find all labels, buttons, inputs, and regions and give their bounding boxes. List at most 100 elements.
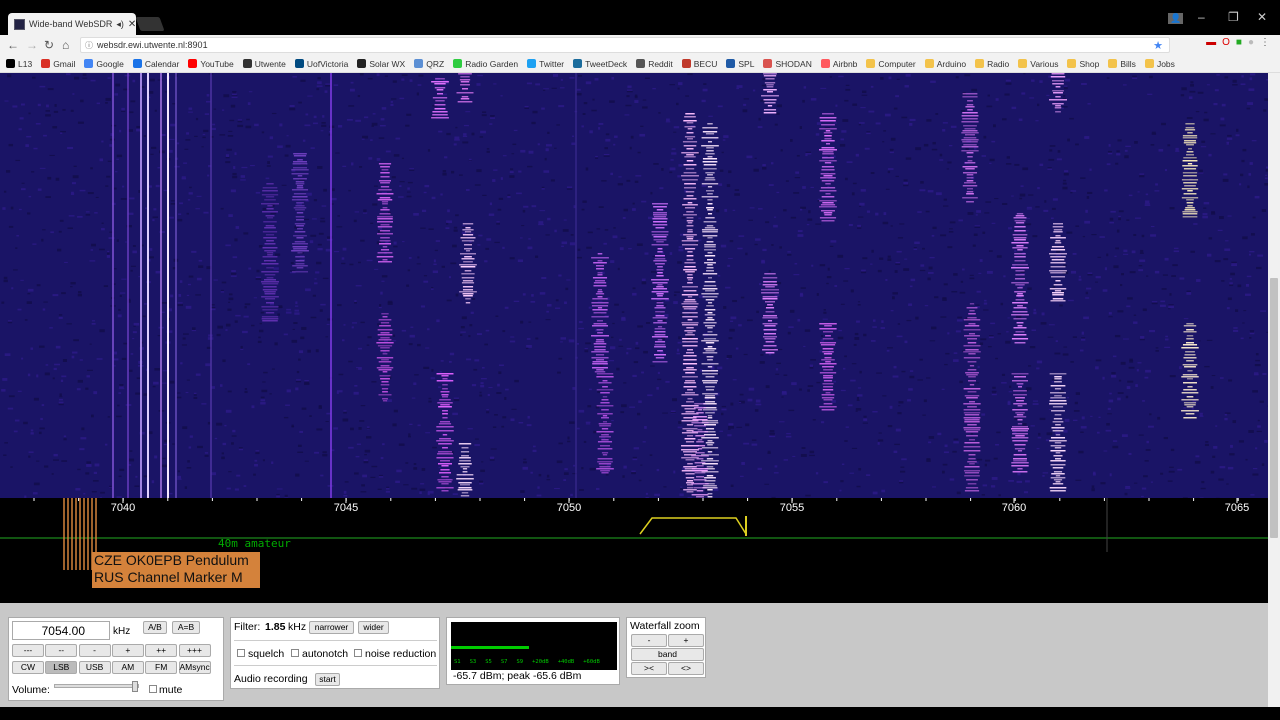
becu-icon: [681, 59, 691, 68]
bookmark-item[interactable]: Shop: [1067, 59, 1099, 69]
close-tab-icon[interactable]: ✕: [128, 19, 136, 30]
new-tab-button[interactable]: [135, 17, 165, 31]
restore-icon[interactable]: ❐: [1228, 10, 1239, 24]
url-field[interactable]: ⓘ websdr.ewi.utwente.nl:8901 ★: [80, 37, 1170, 53]
bookmark-star-icon[interactable]: ★: [1153, 39, 1163, 52]
tune-step-button[interactable]: ++: [145, 644, 178, 657]
frequency-tick-label: 7045: [333, 502, 359, 514]
zoom-out-button[interactable]: -: [631, 634, 667, 647]
extension-green-icon[interactable]: ■: [1236, 37, 1242, 48]
frequency-scale[interactable]: 7040 7045 7050 7055 7060 7065 40m amateur CZE…: [0, 498, 1268, 603]
station-labels[interactable]: CZE OK0EPB Pendulum RUS Channel Marker M: [92, 552, 260, 588]
bookmark-item[interactable]: Gmail: [41, 59, 75, 69]
bookmark-item[interactable]: SPL: [726, 59, 754, 69]
bookmark-item[interactable]: Airbnb: [820, 59, 857, 69]
bookmark-item[interactable]: Jobs: [1144, 59, 1175, 69]
websdr-favicon-icon: [14, 18, 25, 30]
bookmark-item[interactable]: Radio: [975, 59, 1009, 69]
narrower-button[interactable]: narrower: [309, 621, 354, 634]
bookmark-label: Calendar: [144, 58, 180, 69]
back-icon[interactable]: ←: [7, 38, 19, 52]
mode-button-fm[interactable]: FM: [145, 661, 178, 674]
zoom-shrink-button[interactable]: ><: [631, 662, 667, 675]
bookmark-label: Various: [1030, 58, 1059, 69]
frequency-tick-label: 7060: [1001, 502, 1027, 514]
bookmark-item[interactable]: Computer: [866, 59, 916, 69]
tuning-panel: 7054.00 kHz A/B A=B --- -- - + ++ +++ CW LSB US…: [8, 617, 224, 701]
frequency-unit: kHz: [113, 626, 131, 637]
browser-tab[interactable]: Wide-band WebSDR ◂) ✕: [8, 13, 136, 35]
home-icon[interactable]: ⌂: [62, 38, 69, 52]
filter-value: 1.85: [265, 621, 286, 633]
bookmark-item[interactable]: Twitter: [527, 59, 564, 69]
noise-reduction-checkbox[interactable]: [354, 649, 362, 657]
divider: [234, 665, 437, 666]
folder-icon: [1018, 59, 1028, 68]
l13-icon: [6, 59, 15, 68]
frequency-input[interactable]: 7054.00: [12, 621, 110, 640]
bookmark-item[interactable]: TweetDeck: [573, 59, 627, 69]
reload-icon[interactable]: ↻: [44, 38, 54, 52]
zoom-expand-button[interactable]: <>: [668, 662, 704, 675]
frequency-tick-label: 7040: [110, 502, 136, 514]
ab-button[interactable]: A/B: [143, 621, 167, 634]
a-equals-b-button[interactable]: A=B: [172, 621, 200, 634]
qrz-icon: [414, 59, 424, 68]
wider-button[interactable]: wider: [358, 621, 389, 634]
bookmark-item[interactable]: Reddit: [636, 59, 673, 69]
tune-step-button[interactable]: --: [45, 644, 78, 657]
shodan-icon: [763, 59, 773, 68]
bookmark-item[interactable]: Calendar: [132, 58, 180, 69]
menu-icon[interactable]: ⋮: [1260, 37, 1270, 48]
zoom-in-button[interactable]: +: [668, 634, 704, 647]
tune-step-button[interactable]: ---: [12, 644, 44, 657]
bookmark-item[interactable]: QRZ: [414, 59, 444, 69]
mode-button-usb[interactable]: USB: [78, 661, 111, 674]
mode-button-cw[interactable]: CW: [12, 661, 44, 674]
bookmark-item[interactable]: Arduino: [924, 59, 966, 69]
bookmark-label: UofVictoria: [306, 58, 349, 69]
volume-slider-thumb[interactable]: [132, 681, 138, 692]
bookmark-item[interactable]: Radio Garden: [453, 59, 518, 69]
autonotch-checkbox[interactable]: [291, 649, 299, 657]
start-recording-button[interactable]: start: [315, 673, 340, 686]
mode-button-lsb[interactable]: LSB: [45, 661, 78, 674]
bookmark-item[interactable]: Solar WX: [357, 59, 405, 69]
bookmark-label: L13: [18, 58, 33, 69]
opera-icon[interactable]: O: [1222, 37, 1230, 48]
spl-icon: [726, 59, 736, 68]
bookmark-item[interactable]: YouTube: [188, 59, 234, 69]
smeter-scale-label: S1: [454, 659, 461, 665]
info-icon[interactable]: ⓘ: [85, 40, 93, 51]
waterfall-spectrogram[interactable]: [0, 73, 1268, 498]
bookmark-item[interactable]: Various: [1018, 59, 1058, 69]
bookmark-item[interactable]: Bills: [1108, 59, 1136, 69]
bookmark-item[interactable]: SHODAN: [763, 59, 812, 69]
mute-checkbox[interactable]: [149, 685, 157, 693]
bookmark-item[interactable]: Google: [84, 59, 124, 69]
tune-step-button[interactable]: +: [111, 644, 144, 657]
bookmark-item[interactable]: L13: [6, 59, 32, 69]
minimize-icon[interactable]: –: [1198, 10, 1205, 24]
extension-grey-icon[interactable]: ●: [1248, 37, 1254, 48]
bookmark-item[interactable]: Utwente: [242, 59, 286, 69]
page-scrollbar[interactable]: [1268, 73, 1280, 707]
waterfall-display[interactable]: [0, 73, 1268, 498]
zoom-band-button[interactable]: band: [631, 648, 704, 661]
tune-step-button[interactable]: -: [78, 644, 111, 657]
filter-panel: Filter: 1.85 kHz narrower wider squelch …: [230, 617, 440, 689]
bookmark-item[interactable]: UofVictoria: [294, 58, 349, 69]
squelch-checkbox[interactable]: [237, 649, 245, 657]
volume-slider[interactable]: [54, 681, 139, 692]
scrollbar-thumb[interactable]: [1270, 278, 1278, 538]
mode-button-amsync[interactable]: AMsync: [178, 661, 211, 674]
radiogarden-icon: [453, 59, 463, 68]
tune-step-button[interactable]: +++: [178, 644, 211, 657]
bookmark-item[interactable]: BECU: [681, 59, 717, 69]
profile-icon[interactable]: 👤: [1168, 13, 1184, 24]
mode-button-am[interactable]: AM: [111, 661, 144, 674]
extension-red-icon[interactable]: ▬: [1206, 37, 1216, 48]
forward-icon[interactable]: →: [26, 38, 38, 52]
folder-icon: [924, 59, 934, 68]
close-window-icon[interactable]: ✕: [1257, 10, 1267, 24]
